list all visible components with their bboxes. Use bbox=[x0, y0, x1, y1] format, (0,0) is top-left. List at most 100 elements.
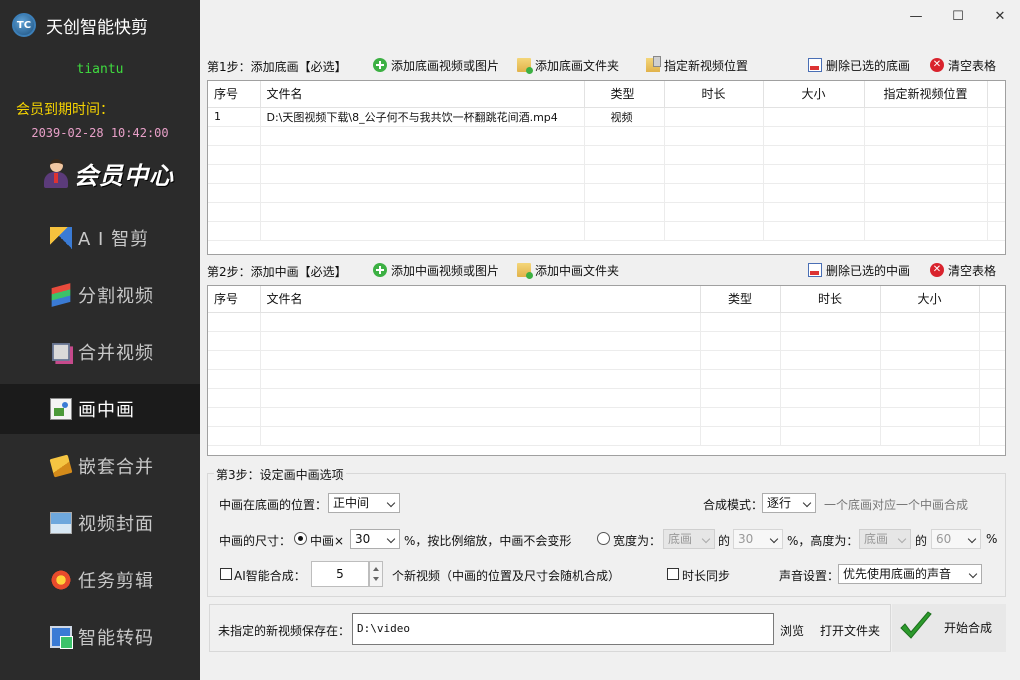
table-cell bbox=[987, 107, 1005, 127]
set-video-location-button[interactable]: 指定新视频位置 bbox=[642, 54, 752, 76]
delete-selected-overlay-button[interactable]: 删除已选的中画 bbox=[804, 259, 914, 281]
width-label: 宽度为： bbox=[613, 534, 662, 548]
smart-transcode-icon bbox=[50, 626, 73, 649]
browse-button[interactable]: 浏览 bbox=[780, 622, 804, 639]
add-overlay-files-label: 添加中画视频或图片 bbox=[391, 263, 500, 278]
open-folder-button[interactable]: 打开文件夹 bbox=[820, 622, 880, 639]
width-ref-select[interactable]: 底画 bbox=[663, 529, 715, 549]
nav-item-picture-in-picture[interactable]: 画中画 bbox=[0, 384, 200, 434]
column-header-spacer bbox=[979, 286, 1005, 313]
column-header[interactable]: 文件名 bbox=[260, 81, 585, 108]
clear-base-table-button[interactable]: ✕ 清空表格 bbox=[926, 54, 1000, 76]
nav-label: 画中画 bbox=[78, 400, 135, 421]
sidebar: TC 天创智能快剪 tiantu 会员到期时间： 2039-02-28 10:4… bbox=[0, 0, 200, 680]
nav-item-smart-transcode[interactable]: 智能转码 bbox=[0, 612, 200, 662]
video-cover-icon bbox=[50, 512, 72, 534]
clear-overlay-table-button[interactable]: ✕ 清空表格 bbox=[926, 259, 1000, 281]
table-cell: D:\天图视频下载\8_公子何不与我共饮一杯翻跳花间酒.mp4 bbox=[260, 107, 585, 127]
add-base-files-button[interactable]: 添加底画视频或图片 bbox=[369, 54, 503, 76]
picture-in-picture-icon bbox=[50, 398, 72, 420]
ai-wand-icon bbox=[50, 227, 72, 249]
sound-select[interactable]: 优先使用底画的声音 bbox=[838, 564, 982, 584]
minimize-button[interactable]: — bbox=[906, 6, 926, 26]
nav-label: 嵌套合并 bbox=[78, 457, 154, 478]
column-header[interactable]: 序号 bbox=[208, 81, 261, 108]
nav-item-task-edit[interactable]: 任务剪辑 bbox=[0, 555, 200, 605]
size-custom-radio[interactable] bbox=[597, 532, 610, 545]
duration-sync-checkbox[interactable] bbox=[667, 568, 679, 580]
maximize-button[interactable]: ☐ bbox=[948, 6, 968, 26]
duration-sync-label: 时长同步 bbox=[682, 569, 731, 583]
size-label: 中画的尺寸： bbox=[219, 534, 292, 548]
table-row-empty bbox=[208, 164, 1005, 184]
column-header[interactable]: 序号 bbox=[208, 286, 261, 313]
close-button[interactable]: ✕ bbox=[990, 6, 1010, 26]
position-select[interactable]: 正中间 bbox=[328, 493, 400, 513]
size-scale-radio[interactable] bbox=[294, 532, 307, 545]
start-compose-label[interactable]: 开始合成 bbox=[944, 619, 992, 636]
add-overlay-folder-button[interactable]: 添加中画文件夹 bbox=[513, 259, 623, 281]
step3-title: 第3步：设定画中画选项 bbox=[214, 466, 346, 483]
sound-label: 声音设置： bbox=[779, 569, 840, 583]
column-header[interactable]: 类型 bbox=[700, 286, 781, 313]
width-percent-select[interactable]: 30 bbox=[733, 529, 783, 549]
nav-item-nest-merge[interactable]: 嵌套合并 bbox=[0, 441, 200, 491]
expiry-label: 会员到期时间： bbox=[16, 102, 114, 118]
nav-item-ai-edit[interactable]: A I 智剪 bbox=[0, 213, 200, 263]
column-header[interactable]: 大小 bbox=[880, 286, 980, 313]
split-video-icon bbox=[51, 283, 71, 307]
column-header[interactable]: 文件名 bbox=[260, 286, 701, 313]
table-cell: 视频 bbox=[584, 107, 665, 127]
ai-count-input[interactable]: 5 bbox=[311, 561, 369, 587]
add-base-folder-button[interactable]: 添加底画文件夹 bbox=[513, 54, 623, 76]
column-header[interactable]: 类型 bbox=[584, 81, 665, 108]
column-header-spacer bbox=[987, 81, 1005, 108]
folder-add-icon bbox=[517, 263, 533, 279]
size-scale-select[interactable]: 30 bbox=[350, 529, 400, 549]
table-row-empty bbox=[208, 183, 1005, 203]
task-edit-icon bbox=[50, 569, 72, 591]
step1-label: 第1步：添加底画【必选】 bbox=[207, 60, 347, 74]
overlay-video-table[interactable]: 序号 文件名 类型 时长 大小 bbox=[207, 285, 1006, 456]
column-header[interactable]: 大小 bbox=[763, 81, 865, 108]
table-row[interactable]: 1 D:\天图视频下载\8_公子何不与我共饮一杯翻跳花间酒.mp4 视频 bbox=[208, 107, 1005, 127]
ai-count-stepper[interactable] bbox=[369, 561, 383, 587]
nav-item-merge-video[interactable]: 合并视频 bbox=[0, 327, 200, 377]
ai-compose-checkbox[interactable] bbox=[220, 568, 232, 580]
save-path-input[interactable]: D:\video bbox=[352, 613, 774, 645]
member-center-button[interactable]: 会员中心 bbox=[42, 156, 174, 191]
table-cell: 1 bbox=[208, 107, 261, 127]
step2-label: 第2步：添加中画【必选】 bbox=[207, 265, 347, 279]
column-header[interactable]: 时长 bbox=[780, 286, 881, 313]
nest-merge-icon bbox=[49, 454, 73, 478]
ai-compose-hint: 个新视频（中画的位置及尺寸会随机合成） bbox=[392, 569, 621, 583]
base-video-table[interactable]: 序号 文件名 类型 时长 大小 指定新视频位置 1 D:\天图视频下载\8_公子… bbox=[207, 80, 1006, 255]
folder-add-icon bbox=[517, 58, 533, 74]
height-of-label: 的 bbox=[915, 534, 928, 548]
column-header[interactable]: 时长 bbox=[664, 81, 764, 108]
size-scale-hint: %，按比例缩放，中画不会变形 bbox=[404, 534, 572, 548]
table-row-empty bbox=[208, 369, 1005, 389]
app-title-text: 天创智能快剪 bbox=[46, 17, 148, 38]
save-location-label: 未指定的新视频保存在： bbox=[218, 624, 351, 638]
nav-item-video-cover[interactable]: 视频封面 bbox=[0, 498, 200, 548]
table-cell bbox=[763, 107, 865, 127]
table-cell bbox=[864, 107, 988, 127]
delete-selected-base-button[interactable]: 删除已选的底画 bbox=[804, 54, 914, 76]
mode-select[interactable]: 逐行 bbox=[762, 493, 816, 513]
height-ref-select[interactable]: 底画 bbox=[859, 529, 911, 549]
set-video-location-label: 指定新视频位置 bbox=[664, 58, 749, 73]
add-overlay-files-button[interactable]: 添加中画视频或图片 bbox=[369, 259, 503, 281]
add-base-files-label: 添加底画视频或图片 bbox=[391, 58, 500, 73]
table-row-empty bbox=[208, 126, 1005, 146]
column-header[interactable]: 指定新视频位置 bbox=[864, 81, 988, 108]
width-of-label: 的 bbox=[718, 534, 731, 548]
member-avatar-icon bbox=[42, 158, 70, 189]
delete-selected-base-label: 删除已选的底画 bbox=[826, 58, 911, 73]
username: tiantu bbox=[76, 62, 124, 77]
percent-label: % bbox=[986, 532, 998, 546]
mode-hint: 一个底画对应一个中画合成 bbox=[824, 498, 969, 512]
height-percent-select[interactable]: 60 bbox=[931, 529, 981, 549]
nav-item-split-video[interactable]: 分割视频 bbox=[0, 270, 200, 320]
add-icon bbox=[373, 263, 387, 277]
